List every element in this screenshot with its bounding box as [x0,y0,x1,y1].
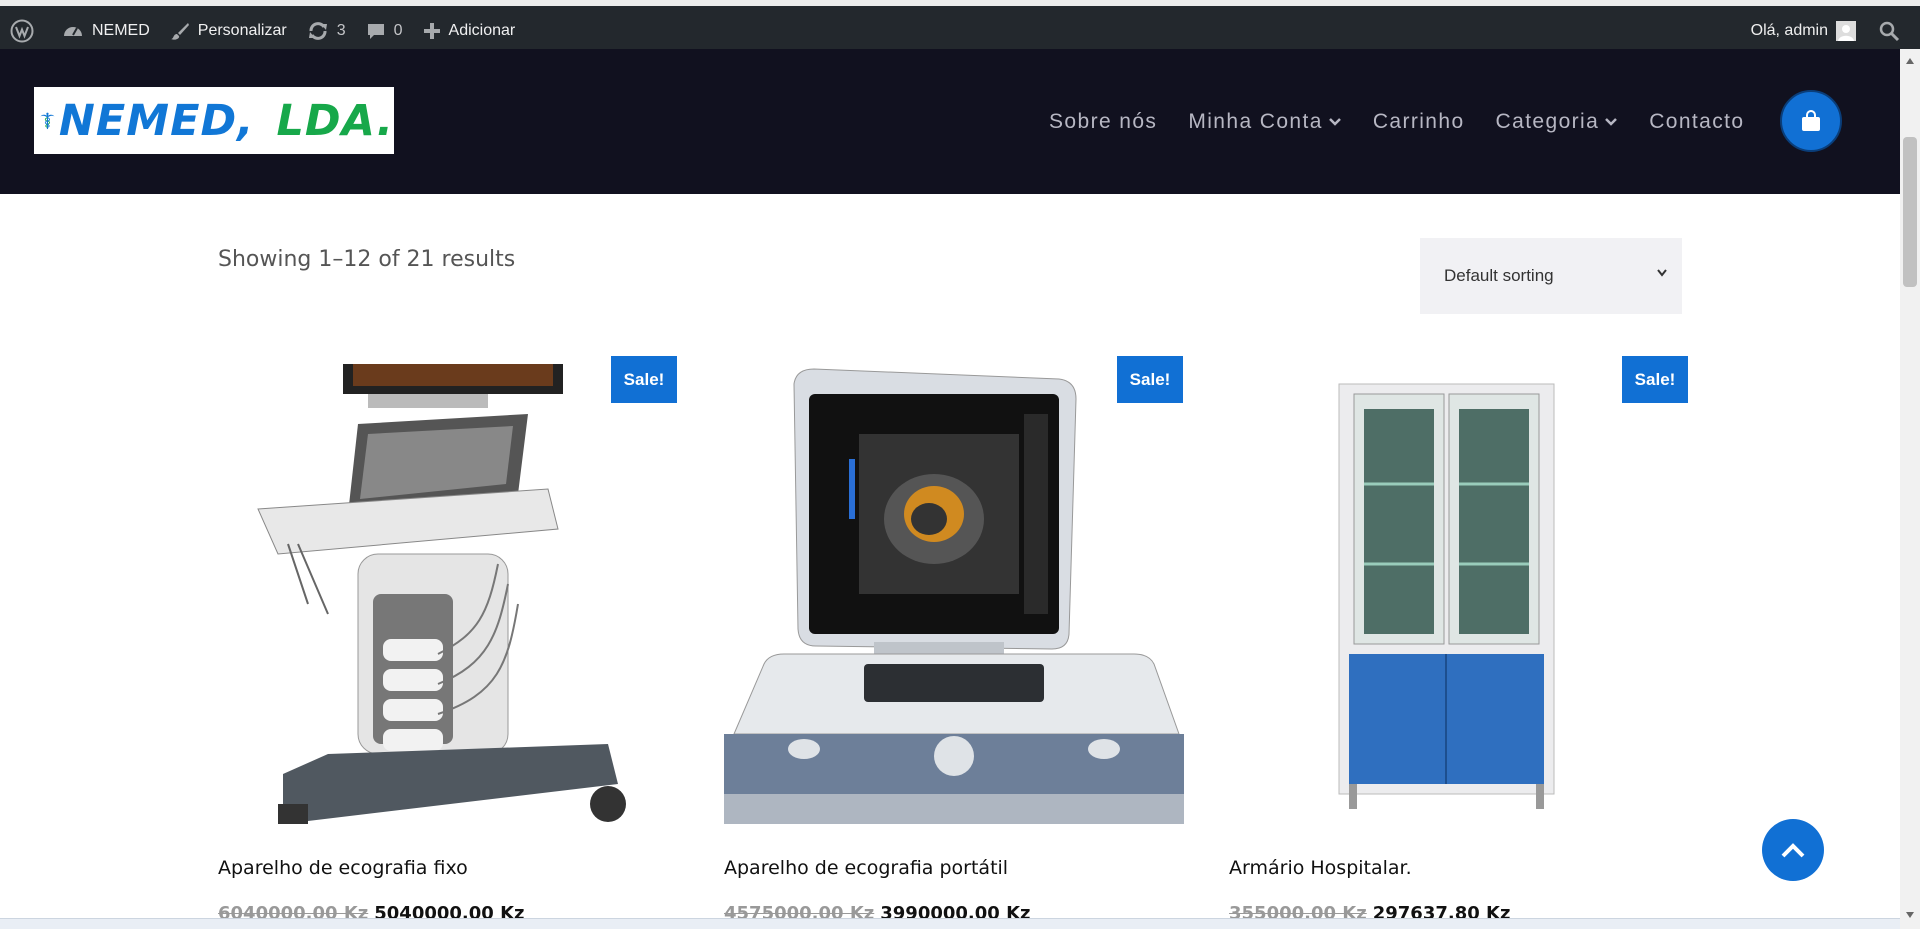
sorting-select[interactable]: Default sorting [1420,238,1682,314]
nav-contacto[interactable]: Contacto [1649,110,1744,134]
caduceus-icon [40,112,55,129]
ultrasound-cart-image [257,364,626,824]
customize-link[interactable]: Personalizar [160,6,297,55]
nav-label: Categoria [1495,109,1600,133]
user-avatar-icon [1838,24,1854,41]
admin-bar-right: Olá, admin [1751,6,1920,55]
sorting-selected-value: Default sorting [1444,266,1554,285]
logo-name: NEMED, [58,95,255,146]
product-card[interactable]: Sale! Armário Hospitalar. 355000,00 Kz 29… [1229,356,1689,924]
site-name-menu[interactable]: NEMED [52,6,160,55]
nav-label: Minha Conta [1188,109,1323,133]
avatar[interactable] [1836,20,1856,41]
product-title[interactable]: Armário Hospitalar. [1229,857,1689,879]
product-title[interactable]: Aparelho de ecografia portátil [724,857,1184,879]
portable-ultrasound-image [724,368,1184,824]
comments-link[interactable]: 0 [356,6,413,55]
back-to-top-button[interactable] [1762,819,1824,881]
wp-logo-menu[interactable] [0,6,52,55]
site-name-label: NEMED [92,21,150,39]
product-title[interactable]: Aparelho de ecografia fixo [218,857,678,879]
customize-label: Personalizar [197,21,287,39]
sale-badge: Sale! [1117,356,1183,403]
brush-icon [170,22,189,40]
logo-text: NEMED, LDA. [59,96,394,146]
scrollbar-thumb[interactable] [1903,137,1917,287]
add-new-label: Adicionar [448,21,516,39]
main-navigation: Sobre nós Minha Conta Carrinho Categoria… [1049,49,1775,194]
result-count: Showing 1–12 of 21 results [218,247,516,272]
shopping-bag-icon [1802,110,1820,131]
chevron-up-icon [1781,843,1805,858]
scroll-up-arrow-icon[interactable] [1905,57,1915,65]
plus-icon [423,22,440,39]
logo-suffix: LDA. [276,95,394,146]
product-card[interactable]: Sale! Aparelho de ecografia portátil 457… [724,356,1184,924]
scroll-down-arrow-icon[interactable] [1905,911,1915,919]
chevron-down-icon [1605,117,1618,126]
nav-categoria[interactable]: Categoria [1496,110,1619,134]
product-card[interactable]: Sale! Aparelho de ecografia fixo 6040000… [218,356,678,924]
hospital-cabinet-image [1338,383,1555,809]
wordpress-icon [10,19,34,42]
product-image[interactable]: Sale! [1229,356,1689,824]
updates-link[interactable]: 3 [297,6,356,55]
nav-label: Contacto [1649,109,1745,133]
search-icon[interactable] [1878,20,1900,42]
updates-icon [308,21,327,40]
nav-carrinho[interactable]: Carrinho [1373,110,1465,134]
site-logo[interactable]: NEMED, LDA. [34,87,394,154]
admin-bar: NEMED Personalizar 3 0 Adicionar Olá, ad… [0,0,1920,55]
page-scrollbar[interactable] [1900,49,1920,929]
site-header: NEMED, LDA. Sobre nós Minha Conta Carrinh… [0,49,1900,194]
nav-label: Carrinho [1372,109,1465,133]
nav-minha-conta[interactable]: Minha Conta [1188,110,1341,134]
updates-count: 3 [336,21,346,39]
comments-count: 0 [393,21,403,39]
product-image[interactable]: Sale! [218,356,678,824]
chevron-down-icon [1657,269,1667,277]
nav-label: Sobre nós [1049,109,1158,133]
account-greeting[interactable]: Olá, admin [1751,22,1828,40]
product-image[interactable]: Sale! [724,356,1184,824]
chevron-down-icon [1328,117,1341,126]
dashboard-icon [64,26,82,36]
sale-badge: Sale! [611,356,677,403]
comment-icon [367,23,384,39]
browser-viewport: NEMED Personalizar 3 0 Adicionar Olá, ad… [0,0,1920,929]
cart-button[interactable] [1780,90,1842,152]
nav-sobre-nos[interactable]: Sobre nós [1049,110,1157,134]
sale-badge: Sale! [1622,356,1688,403]
taskbar-edge [0,918,1900,929]
add-new-menu[interactable]: Adicionar [413,6,526,55]
